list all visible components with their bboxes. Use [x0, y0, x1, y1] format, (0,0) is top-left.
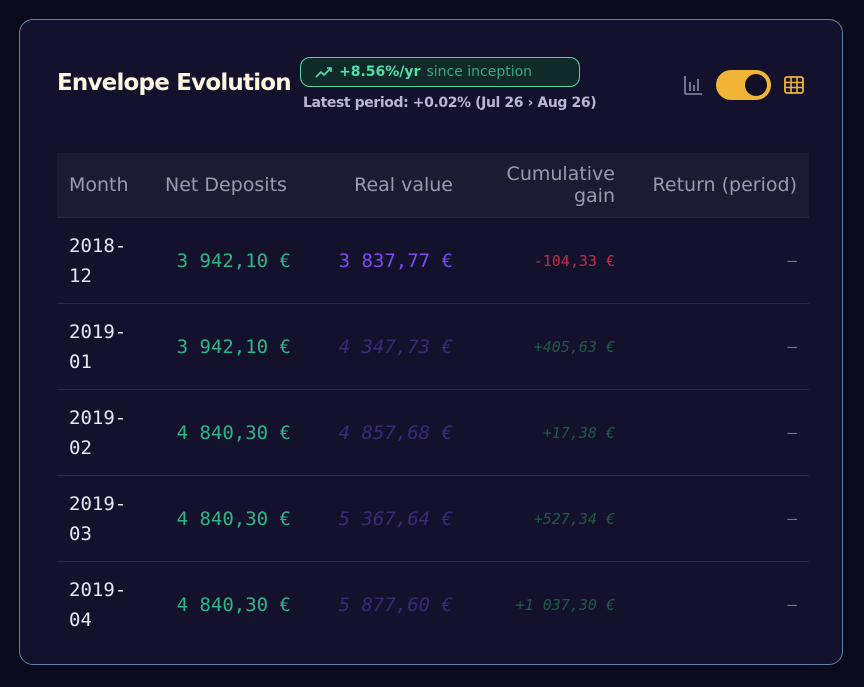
cell-net-deposits: 3 942,10 €	[176, 335, 291, 358]
toggle-knob	[745, 74, 767, 96]
cell-return-period: —	[787, 509, 797, 528]
cell-return-period: —	[787, 251, 797, 270]
cell-real-value: 4 857,68 €	[338, 421, 453, 444]
cell-net-deposits: 4 840,30 €	[176, 593, 291, 616]
cell-return-period: —	[787, 337, 797, 356]
table-row: 2018- 12 3 942,10 € 3 837,77 € -104,33 €…	[57, 217, 809, 303]
cell-real-value: 5 877,60 €	[338, 593, 453, 616]
table-row: 2019- 02 4 840,30 € 4 857,68 € +17,38 € …	[57, 389, 809, 475]
cell-real-value: 5 367,64 €	[338, 507, 453, 530]
cell-month: 2019- 03	[69, 492, 127, 545]
envelope-evolution-card: Envelope Evolution +8.56%/yr since incep…	[19, 19, 843, 665]
cell-month: 2019- 01	[69, 320, 127, 373]
cell-net-deposits: 3 942,10 €	[176, 249, 291, 272]
header-real-value: Real value	[354, 174, 453, 196]
table-row: 2019- 04 4 840,30 € 5 877,60 € +1 037,30…	[57, 561, 809, 647]
cell-real-value: 3 837,77 €	[338, 249, 453, 272]
header-net-deposits: Net Deposits	[165, 174, 287, 196]
header-month: Month	[69, 174, 129, 196]
cell-real-value: 4 347,73 €	[338, 335, 453, 358]
view-toggle[interactable]	[716, 70, 771, 100]
latest-period-text: Latest period: +0.02% (Jul 26 › Aug 26)	[303, 95, 597, 111]
table-row: 2019- 01 3 942,10 € 4 347,73 € +405,63 €…	[57, 303, 809, 389]
cell-net-deposits: 4 840,30 €	[176, 421, 291, 444]
table-view-button[interactable]	[781, 72, 807, 98]
table-header: Month Net Deposits Real value Cumulative…	[57, 153, 809, 217]
bar-chart-icon	[684, 76, 702, 95]
cell-return-period: —	[787, 595, 797, 614]
annual-rate-value: +8.56%/yr	[339, 64, 421, 80]
card-title: Envelope Evolution	[57, 70, 292, 96]
cell-net-deposits: 4 840,30 €	[176, 507, 291, 530]
view-controls	[680, 70, 807, 100]
cell-cumulative-gain: -104,33 €	[533, 251, 615, 270]
header-return-period: Return (period)	[652, 174, 797, 196]
evolution-table: Month Net Deposits Real value Cumulative…	[57, 153, 809, 647]
cell-month: 2019- 04	[69, 578, 127, 631]
cell-month: 2019- 02	[69, 406, 127, 459]
table-row: 2019- 03 4 840,30 € 5 367,64 € +527,34 €…	[57, 475, 809, 561]
cell-month: 2018- 12	[69, 234, 127, 287]
trend-up-icon	[315, 67, 332, 78]
cell-return-period: —	[787, 423, 797, 442]
table-icon	[784, 76, 804, 94]
header-cumulative-gain: Cumulative gain	[506, 163, 615, 207]
cell-cumulative-gain: +527,34 €	[533, 509, 615, 528]
cell-cumulative-gain: +405,63 €	[533, 337, 615, 356]
annual-rate-badge: +8.56%/yr since inception	[300, 57, 580, 87]
cell-cumulative-gain: +17,38 €	[542, 423, 615, 442]
chart-view-button[interactable]	[680, 72, 706, 98]
annual-rate-caption: since inception	[426, 64, 533, 80]
cell-cumulative-gain: +1 037,30 €	[515, 595, 615, 614]
